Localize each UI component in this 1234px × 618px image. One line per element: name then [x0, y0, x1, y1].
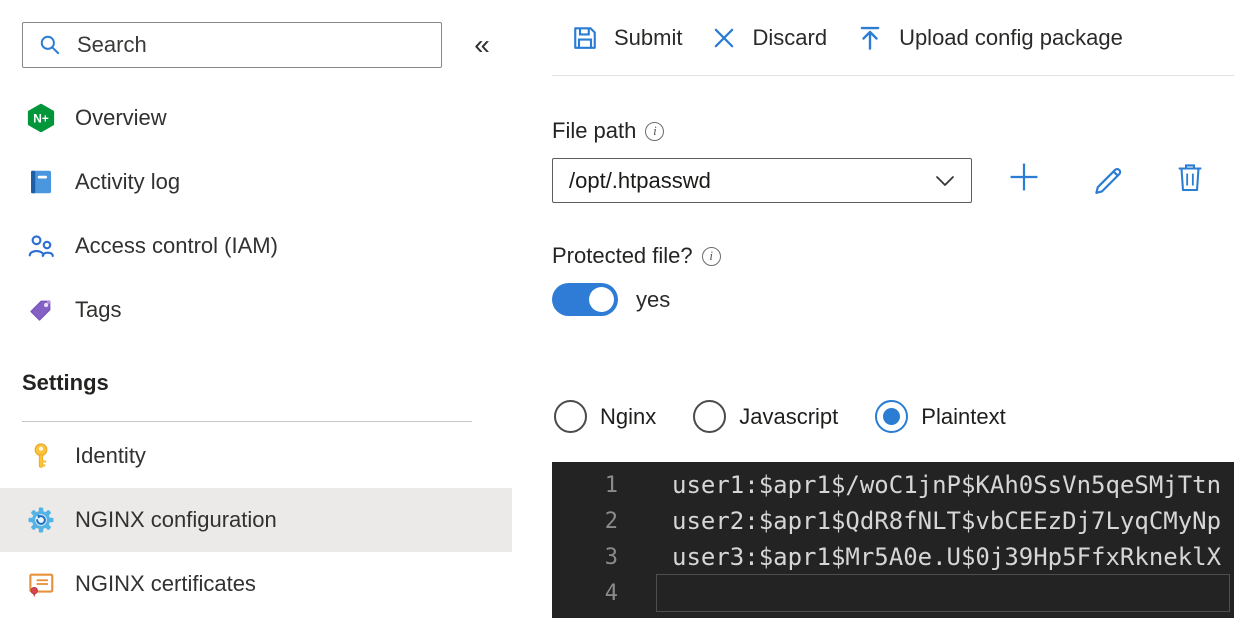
discard-button[interactable]: Discard: [710, 24, 827, 52]
submit-button[interactable]: Submit: [570, 23, 682, 53]
radio-label: Javascript: [739, 403, 839, 429]
key-icon: [34, 443, 48, 468]
file-path-dropdown[interactable]: /opt/.htpasswd: [552, 158, 972, 203]
svg-text:N+: N+: [33, 111, 49, 125]
discard-label: Discard: [752, 24, 828, 50]
file-path-value: /opt/.htpasswd: [569, 167, 711, 193]
sidebar-item-overview[interactable]: N+ Overview: [0, 86, 512, 150]
sidebar-item-access-control[interactable]: Access control (IAM): [0, 214, 512, 278]
radio-dot: [883, 408, 901, 425]
sidebar-item-tags[interactable]: Tags: [0, 278, 512, 342]
search-input[interactable]: [75, 31, 441, 59]
sidebar: « N+ Overview Activity log: [0, 0, 512, 618]
line-number: 2: [604, 508, 618, 534]
chevron-down-icon: [936, 175, 954, 186]
gear-icon: [28, 507, 54, 533]
radio-option-javascript[interactable]: Javascript: [693, 400, 838, 433]
radio-option-nginx[interactable]: Nginx: [554, 400, 656, 433]
protected-file-toggle-row: yes: [552, 283, 670, 316]
nginx-configuration-page: « N+ Overview Activity log: [0, 0, 1234, 618]
tag-icon: [30, 300, 51, 321]
command-bar: Submit Discard Upload config package: [552, 0, 1234, 76]
toggle-state-label: yes: [636, 286, 671, 312]
editor-active-line-box: [656, 574, 1230, 612]
edit-file-button[interactable]: [1086, 155, 1130, 199]
radio-circle: [875, 400, 909, 433]
sidebar-item-label: NGINX configuration: [75, 507, 277, 532]
syntax-radio-group: Nginx Javascript Plaintext: [554, 400, 1006, 433]
sidebar-nav-settings: Identity NGINX configuration NGINX certi…: [0, 424, 512, 616]
upload-icon: [860, 26, 880, 50]
activity-log-icon: [31, 170, 51, 194]
submit-label: Submit: [614, 24, 683, 50]
line-number: 3: [604, 544, 618, 570]
line-content: user2:$apr1$QdR8fNLT$vbCEEzDj7LyqCMyNp: [672, 507, 1222, 535]
sidebar-item-label: Access control (IAM): [75, 233, 278, 258]
sidebar-item-identity[interactable]: Identity: [0, 424, 512, 488]
sidebar-search[interactable]: [22, 22, 442, 68]
protected-file-toggle[interactable]: [552, 283, 618, 316]
save-icon: [574, 26, 596, 49]
radio-option-plaintext[interactable]: Plaintext: [875, 400, 1006, 433]
sidebar-collapse-button[interactable]: «: [464, 26, 500, 64]
protected-file-label-row: Protected file? i: [552, 243, 721, 269]
file-path-label-row: File path i: [552, 118, 665, 144]
sidebar-item-nginx-certificates[interactable]: NGINX certificates: [0, 552, 512, 616]
sidebar-item-activity-log[interactable]: Activity log: [0, 150, 512, 214]
trash-icon: [1178, 164, 1202, 192]
search-icon: [40, 35, 60, 55]
nginx-logo-icon: N+: [27, 103, 55, 133]
info-icon[interactable]: i: [701, 246, 721, 266]
sidebar-divider: [22, 421, 472, 422]
close-icon: [715, 28, 734, 47]
sidebar-item-label: Tags: [75, 297, 122, 322]
sidebar-settings-header: Settings: [22, 370, 109, 395]
protected-file-label: Protected file?: [552, 243, 693, 268]
line-content: user1:$apr1$/woC1jnP$KAh0SsVn5qeSMjTtn: [672, 471, 1222, 499]
config-file-editor[interactable]: 1 user1:$apr1$/woC1jnP$KAh0SsVn5qeSMjTtn…: [552, 462, 1234, 618]
add-file-button[interactable]: [1002, 155, 1046, 199]
sidebar-item-label: Overview: [75, 105, 167, 130]
radio-label: Plaintext: [921, 403, 1006, 429]
editor-line[interactable]: 3 user3:$apr1$Mr5A0e.U$0j39Hp5FfxRkneklX: [552, 539, 1234, 575]
editor-line[interactable]: 2 user2:$apr1$QdR8fNLT$vbCEEzDj7LyqCMyNp: [552, 503, 1234, 539]
line-number: 4: [604, 580, 618, 606]
file-path-label: File path: [552, 118, 637, 143]
upload-label: Upload config package: [899, 24, 1123, 50]
editor-line[interactable]: 1 user1:$apr1$/woC1jnP$KAh0SsVn5qeSMjTtn: [552, 467, 1234, 503]
radio-label: Nginx: [600, 403, 657, 429]
radio-circle: [554, 400, 587, 433]
main-content: Submit Discard Upload config package Fil…: [552, 0, 1234, 618]
sidebar-nav-general: N+ Overview Activity log Access control …: [0, 86, 512, 342]
sidebar-item-label: Activity log: [75, 169, 181, 194]
certificate-icon: [29, 573, 54, 598]
pencil-icon: [1095, 168, 1122, 194]
line-content: user3:$apr1$Mr5A0e.U$0j39Hp5FfxRkneklX: [672, 543, 1222, 571]
toggle-knob: [589, 287, 614, 312]
line-number: 1: [604, 472, 618, 498]
upload-config-package-button[interactable]: Upload config package: [855, 23, 1123, 53]
sidebar-item-label: NGINX certificates: [75, 571, 256, 596]
sidebar-item-label: Identity: [75, 443, 146, 468]
info-icon[interactable]: i: [645, 121, 665, 141]
plus-icon: [1010, 163, 1038, 191]
delete-file-button[interactable]: [1168, 155, 1212, 199]
radio-circle: [693, 400, 727, 433]
people-icon: [28, 235, 54, 258]
sidebar-item-nginx-configuration[interactable]: NGINX configuration: [0, 488, 512, 552]
